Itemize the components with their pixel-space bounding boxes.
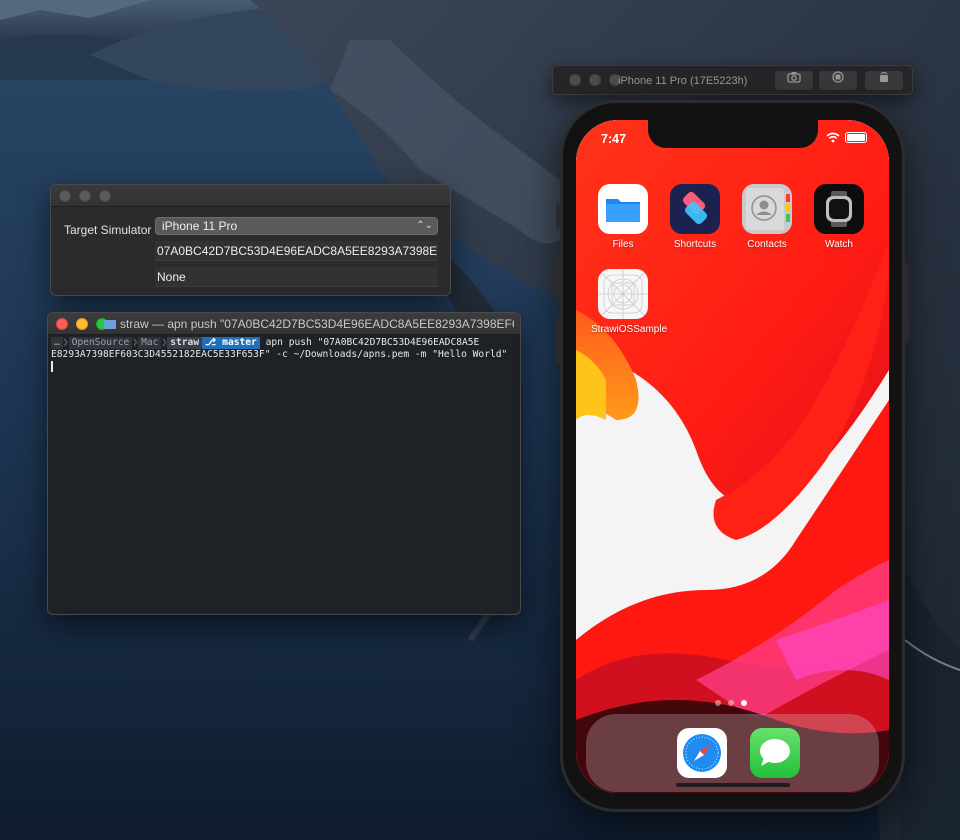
prompt-segment-straw: straw [167, 337, 203, 349]
simulator-device-title: iPhone 11 Pro (17E5223h) [618, 75, 748, 87]
camera-icon [787, 72, 801, 83]
certificate-field[interactable]: None [155, 267, 438, 287]
terminal-output[interactable]: … ❯ OpenSource ❯ Mac ❯ straw ⎇ master apn push "… [48, 335, 520, 376]
watch-icon [814, 184, 864, 234]
messages-icon [750, 728, 800, 778]
mute-switch[interactable] [556, 203, 560, 229]
text-cursor [51, 361, 53, 372]
rotate-button[interactable] [865, 71, 903, 90]
terminal-titlebar[interactable]: straw — apn push "07A0BC42D7BC53D4E96EAD… [48, 313, 520, 335]
volume-down-button[interactable] [556, 315, 560, 365]
home-button[interactable] [819, 71, 857, 90]
prompt-segment-mac: Mac [138, 337, 162, 349]
placeholder-app-icon [598, 269, 648, 319]
contacts-icon [742, 184, 792, 234]
dock-app-messages[interactable] [743, 728, 807, 778]
simulator-select-value: iPhone 11 Pro [162, 219, 238, 233]
volume-up-button[interactable] [556, 253, 560, 303]
minimize-button[interactable] [589, 74, 601, 86]
dock-app-safari[interactable] [670, 728, 734, 778]
app-label: Contacts [747, 239, 787, 250]
minimize-button[interactable] [76, 317, 88, 330]
status-bar-icons [826, 132, 867, 143]
target-simulator-label: Target Simulator [64, 223, 152, 237]
rotate-icon [880, 71, 888, 82]
page-dot[interactable] [715, 700, 721, 706]
prompt-segment-opensource: OpenSource [68, 337, 133, 349]
files-icon [598, 184, 648, 234]
close-button[interactable] [59, 189, 71, 202]
simulator-select[interactable]: iPhone 11 Pro ⌃⌄ [155, 217, 438, 235]
wifi-icon [826, 132, 840, 143]
app-strawiossample[interactable]: StrawiOSSample [591, 269, 668, 335]
app-label: StrawiOSSample [591, 324, 668, 335]
app-files[interactable]: Files [591, 184, 655, 250]
notch [648, 120, 818, 148]
close-button[interactable] [569, 74, 581, 86]
close-button[interactable] [56, 317, 68, 330]
zoom-button[interactable] [99, 189, 111, 202]
status-bar-time: 7:47 [601, 132, 627, 146]
screenshot-button[interactable] [775, 71, 813, 90]
terminal-title-text: straw — apn push "07A0BC42D7BC53D4E96EAD… [120, 317, 514, 331]
window-titlebar[interactable] [51, 185, 450, 207]
command-line-1: apn push "07A0BC42D7BC53D4E96EADC8A5E [265, 337, 480, 348]
device-token-field[interactable]: 07A0BC42D7BC53D4E96EADC8A5EE8293A7398EF6… [155, 241, 438, 261]
battery-icon [845, 132, 867, 143]
prompt-git-branch: master [219, 337, 260, 349]
safari-icon [677, 728, 727, 778]
app-watch[interactable]: Watch [807, 184, 871, 250]
command-line-2: E8293A7398EF603C3D4552182EAC5E33F653F" -… [51, 349, 508, 360]
side-button[interactable] [905, 263, 909, 343]
home-icon [832, 71, 844, 83]
simulator-titlebar[interactable]: iPhone 11 Pro (17E5223h) [552, 65, 913, 95]
git-branch-icon: ⎇ [202, 337, 220, 349]
app-label: Shortcuts [673, 239, 717, 250]
iphone-simulator: 7:47 Files Shortcuts Contacts Watch Stra… [556, 100, 909, 812]
app-shortcuts[interactable]: Shortcuts [663, 184, 727, 250]
app-label: Watch [825, 239, 853, 250]
home-screen[interactable]: 7:47 Files Shortcuts Contacts Watch Stra… [576, 120, 889, 793]
shortcuts-icon [670, 184, 720, 234]
page-indicator[interactable] [715, 700, 747, 706]
home-indicator[interactable] [676, 783, 790, 787]
app-label: Files [612, 239, 634, 250]
target-simulator-window: Target Simulator iPhone 11 Pro ⌃⌄ 07A0BC… [50, 184, 451, 296]
prompt-ellipsis: … [51, 337, 63, 349]
app-contacts[interactable]: Contacts [735, 184, 799, 250]
page-dot-active[interactable] [741, 700, 747, 706]
terminal-window: straw — apn push "07A0BC42D7BC53D4E96EAD… [47, 312, 521, 615]
chevron-updown-icon: ⌃⌄ [416, 220, 433, 231]
terminal-title: straw — apn push "07A0BC42D7BC53D4E96EAD… [104, 313, 514, 335]
minimize-button[interactable] [79, 189, 91, 202]
dock [586, 714, 879, 792]
folder-icon [104, 320, 116, 329]
page-dot[interactable] [728, 700, 734, 706]
